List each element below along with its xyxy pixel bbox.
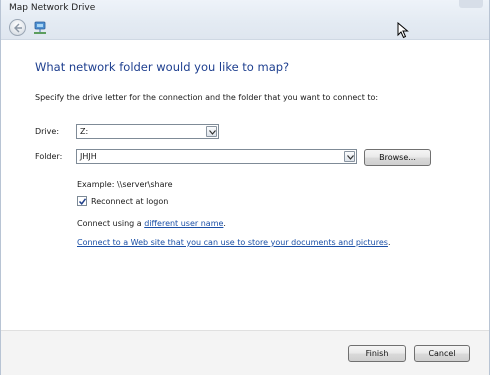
drive-value: Z: [80, 127, 89, 136]
map-network-drive-dialog: Map Network Drive What network folder wo… [0, 0, 490, 375]
network-drive-icon [32, 20, 48, 36]
dialog-footer: Finish Cancel [1, 330, 489, 375]
chevron-down-icon[interactable] [206, 126, 217, 137]
page-heading: What network folder would you like to ma… [35, 60, 290, 74]
connect-using-line: Connect using a different user name. [77, 219, 226, 228]
drive-label: Drive: [35, 127, 60, 136]
cancel-button[interactable]: Cancel [414, 345, 470, 362]
mouse-cursor-icon [397, 21, 409, 39]
close-button[interactable] [459, 0, 483, 8]
window-title: Map Network Drive [9, 3, 96, 13]
different-user-link[interactable]: different user name [144, 219, 223, 228]
instructions-text: Specify the drive letter for the connect… [35, 93, 379, 102]
folder-label: Folder: [35, 152, 63, 161]
folder-combobox[interactable]: JHJH [76, 149, 357, 164]
browse-button[interactable]: Browse... [364, 149, 431, 166]
back-arrow-icon[interactable] [9, 19, 26, 36]
web-site-suffix: . [387, 238, 391, 247]
folder-value: JHJH [80, 152, 97, 161]
reconnect-checkbox[interactable] [77, 196, 87, 206]
finish-button[interactable]: Finish [348, 345, 406, 362]
connect-suffix: . [223, 219, 226, 228]
web-site-link[interactable]: Connect to a Web site that you can use t… [77, 238, 388, 247]
drive-select[interactable]: Z: [76, 124, 219, 139]
connect-prefix: Connect using a [77, 219, 145, 228]
web-site-line: Connect to a Web site that you can use t… [77, 238, 390, 247]
title-bar[interactable]: Map Network Drive [1, 0, 489, 40]
example-text: Example: \\server\share [77, 180, 173, 189]
chevron-down-icon[interactable] [344, 151, 355, 162]
reconnect-label[interactable]: Reconnect at logon [91, 197, 168, 206]
